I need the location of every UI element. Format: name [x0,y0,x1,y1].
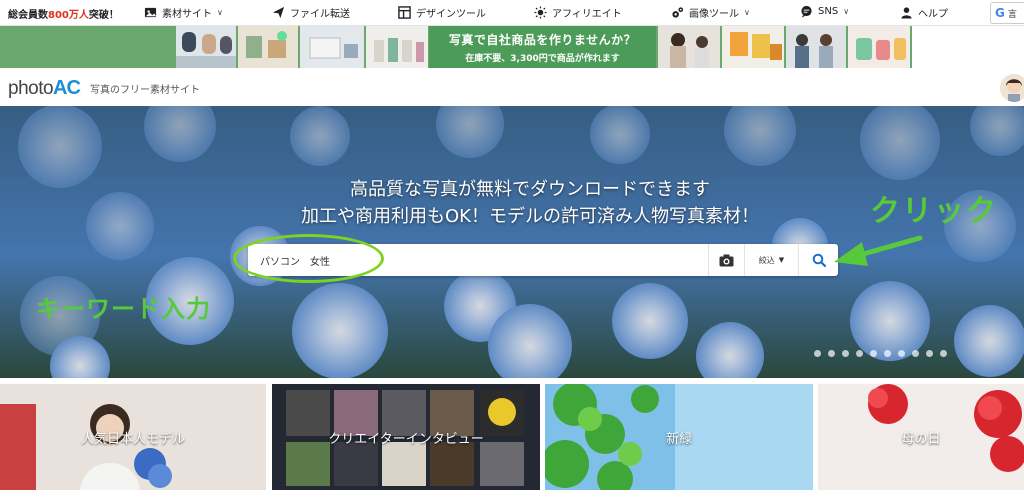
carousel-dot[interactable] [926,350,933,357]
annotation-ellipse [233,234,384,283]
members-prefix: 総会員数 [8,10,48,21]
banner-line2: 在庫不要、3,300円で商品が作れます [465,54,620,64]
carousel-dot[interactable] [884,350,891,357]
members-count-text: 総会員数800万人突破！ [8,6,119,21]
banner-photo-cups [366,26,428,68]
banner-photo-woman [658,26,720,68]
chevron-down-icon: ∨ [843,7,850,16]
nav-material-sites-label: 素材サイト [162,9,212,20]
sun-icon [534,6,547,19]
members-suffix: 突破！ [88,10,119,21]
page-bottom-edge [0,490,1024,498]
gears-icon [672,7,684,18]
nav-file-transfer-label: ファイル転送 [290,9,350,20]
nav-help-label: ヘルプ [918,9,948,20]
carousel-dot[interactable] [940,350,947,357]
logo-bar: photo AC 写真のフリー素材サイト [0,68,1024,106]
avatar-icon [1000,74,1024,102]
banner-right-spacer [912,26,1024,68]
tile-mothers-day-label: 母の日 [901,432,941,447]
tile-creator-interview[interactable]: クリエイターインタビュー [272,384,540,490]
logo-ac-text: AC [53,77,81,99]
tile-creator-interview-label: クリエイターインタビュー [328,432,484,447]
carousel-dots [814,350,947,357]
promo-banner[interactable]: 写真で自社商品を作りませんか？ 在庫不要、3,300円で商品が作れます [0,26,1024,68]
nav-affiliate-label: アフィリエイト [552,9,622,20]
hero-section: 高品質な写真が無料でダウンロードできます 加工や商用利用もOK！モデルの許可済み… [0,106,1024,378]
site-logo[interactable]: photo AC [8,77,81,100]
banner-headline: 写真で自社商品を作りませんか？ 在庫不要、3,300円で商品が作れます [429,26,656,68]
banner-photo-products [238,26,298,68]
nav-design-tool[interactable]: デザインツール [398,5,486,20]
tile-japanese-model-label: 人気日本人モデル [80,432,185,447]
nav-file-transfer[interactable]: ファイル転送 [272,5,350,20]
nav-image-tools[interactable]: 画像ツール ∨ [671,5,750,20]
layout-icon [398,6,411,19]
members-count: 800万人 [48,10,89,21]
banner-line1: 写真で自社商品を作りませんか？ [448,33,637,47]
banner-photo-people [786,26,846,68]
image-icon [144,7,157,18]
logo-photo-text: photo [8,78,54,99]
tile-japanese-model[interactable]: 人気日本人モデル [0,384,266,490]
chat-icon [801,5,812,18]
carousel-dot[interactable] [828,350,835,357]
person-icon [901,7,912,19]
tile-mothers-day[interactable]: 母の日 [818,384,1024,490]
nav-sns[interactable]: SNS ∨ [800,5,849,18]
banner-photo-packages [722,26,784,68]
banner-photo-meeting [176,26,236,68]
tile-fresh-green[interactable]: 新緑 [545,384,813,490]
nav-affiliate[interactable]: アフィリエイト [534,5,622,20]
nav-design-tool-label: デザインツール [416,9,486,20]
category-tiles: 人気日本人モデル クリエイターインタビュー 新緑 母の日 [0,384,1024,490]
filter-label: 絞込 [758,255,775,265]
carousel-dot[interactable] [842,350,849,357]
chevron-down-icon: ∨ [217,8,223,17]
annotation-keyword-label: キーワード入力 [36,295,211,323]
caret-down-icon: ▼ [778,256,785,264]
avatar[interactable] [1000,74,1024,102]
search-icon [812,253,826,267]
annotation-arrow-icon [834,235,923,266]
nav-image-tools-label: 画像ツール [689,9,739,20]
chevron-down-icon: ∨ [744,8,750,17]
tile-fresh-green-label: 新緑 [665,432,692,447]
nav-material-sites[interactable]: 素材サイト ∨ [144,5,223,20]
carousel-dot[interactable] [912,350,919,357]
banner-photo-jars [848,26,910,68]
nav-help[interactable]: ヘルプ [900,5,948,20]
carousel-dot[interactable] [814,350,821,357]
banner-photo-desk [300,26,364,68]
camera-icon [719,254,734,266]
annotation-click-label: クリック [870,194,998,229]
filter-dropdown[interactable]: 絞込 ▼ [744,244,798,276]
language-selector[interactable]: G 言 [990,2,1024,24]
carousel-dot[interactable] [898,350,905,357]
site-tagline: 写真のフリー素材サイト [90,85,200,96]
paper-plane-icon [272,6,285,19]
nav-sns-label: SNS [818,6,839,17]
carousel-dot[interactable] [870,350,877,357]
carousel-dot[interactable] [856,350,863,357]
top-nav: 総会員数800万人突破！ 素材サイト ∨ ファイル転送 デザインツール アフィリ… [0,0,1024,26]
image-search-button[interactable] [708,244,744,276]
google-translate-icon: G [995,6,1005,20]
language-label: 言 [1007,9,1017,20]
